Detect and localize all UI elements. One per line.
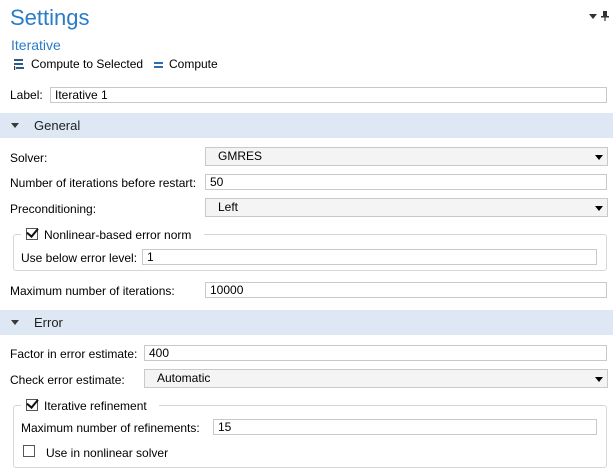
compute-to-selected-icon [13, 58, 26, 71]
max-iterations-label: Maximum number of iterations: [10, 284, 175, 298]
dropdown-menu-icon[interactable] [589, 14, 597, 19]
section-error[interactable]: Error [0, 310, 613, 335]
nonlinear-norm-checkbox[interactable] [26, 225, 39, 240]
pin-icon[interactable] [600, 10, 610, 22]
restart-label: Number of iterations before restart: [10, 176, 197, 190]
max-iterations-input[interactable]: 10000 [205, 282, 607, 298]
section-general-title: General [34, 118, 81, 133]
factor-input[interactable]: 400 [144, 345, 607, 361]
label-input[interactable]: Iterative 1 [50, 87, 607, 103]
use-nonlinear-checkbox[interactable] [23, 445, 35, 457]
preconditioning-select-value: Left [218, 200, 239, 214]
chevron-down-icon [595, 155, 603, 160]
compute-icon [153, 58, 164, 71]
solver-select-value: GMRES [218, 149, 263, 163]
solver-select[interactable]: GMRES [205, 147, 608, 166]
refinement-checkbox[interactable] [26, 396, 39, 411]
chevron-down-icon [595, 206, 603, 211]
preconditioning-label: Preconditioning: [10, 202, 97, 216]
error-level-input[interactable]: 1 [142, 249, 597, 265]
collapse-icon [11, 123, 19, 128]
collapse-icon [11, 320, 19, 325]
max-refinements-input[interactable]: 15 [213, 419, 597, 435]
node-subtitle: Iterative [11, 37, 61, 53]
error-level-label: Use below error level: [21, 251, 138, 265]
compute-button[interactable]: Compute [153, 55, 218, 73]
factor-label: Factor in error estimate: [10, 347, 138, 361]
nonlinear-norm-label: Nonlinear-based error norm [44, 228, 192, 242]
compute-to-selected-label: Compute to Selected [31, 57, 144, 71]
refinement-label: Iterative refinement [44, 399, 147, 413]
check-error-select-value: Automatic [157, 371, 211, 385]
restart-input[interactable]: 50 [205, 174, 607, 190]
compute-to-selected-button[interactable]: Compute to Selected [13, 55, 143, 73]
section-error-title: Error [34, 315, 63, 330]
max-refinements-label: Maximum number of refinements: [21, 421, 200, 435]
chevron-down-icon [595, 377, 603, 382]
use-nonlinear-label: Use in nonlinear solver [46, 446, 169, 460]
compute-label: Compute [169, 57, 218, 71]
check-error-select[interactable]: Automatic [144, 369, 608, 388]
solver-label: Solver: [10, 151, 48, 165]
label-field-label: Label: [10, 88, 43, 102]
check-error-label: Check error estimate: [10, 373, 125, 387]
preconditioning-select[interactable]: Left [205, 198, 608, 217]
section-general[interactable]: General [0, 113, 613, 138]
page-title: Settings [10, 5, 90, 30]
